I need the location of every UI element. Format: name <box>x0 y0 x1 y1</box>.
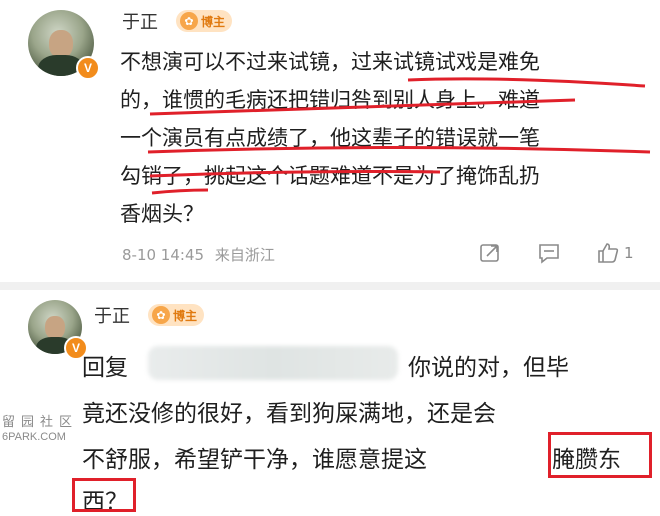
blogger-tag-label: 博主 <box>173 308 198 323</box>
blogger-tag: ✿ 博主 <box>176 10 233 32</box>
redacted-username <box>148 346 398 380</box>
comment-text-line: 不舒服，希望铲干净，谁愿意提这 <box>82 447 427 473</box>
blogger-tag: ✿ 博主 <box>148 304 205 326</box>
timestamp: 8-10 14:45 <box>122 246 205 264</box>
like-count: 1 <box>624 244 634 262</box>
comment-card-1: V 于正 ✿ 博主 不想演可以不过来试镜，过来试镜试戏是难免 的，谁惯的毛病还把… <box>0 0 660 282</box>
comment-text-line: 香烟头？ <box>120 202 204 226</box>
like-button[interactable]: 1 <box>596 240 634 266</box>
divider <box>0 282 660 290</box>
share-button[interactable] <box>478 240 502 266</box>
comment-text-line: 不想演可以不过来试镜，过来试镜试戏是难免 <box>120 50 540 74</box>
location: 来自浙江 <box>214 246 275 264</box>
share-icon <box>480 244 499 262</box>
comment-text-line: 一个演员有点成绩了，他这辈子的错误就一笔 <box>120 126 540 150</box>
comment-button[interactable] <box>537 240 561 266</box>
like-icon <box>598 243 619 263</box>
blogger-tag-label: 博主 <box>201 14 226 29</box>
blogger-tag-icon: ✿ <box>180 12 198 30</box>
comment-text-line: 的，谁惯的毛病还把错归咎到别人身上。难道 <box>120 88 540 112</box>
reply-prefix: 回复 <box>82 355 128 381</box>
verified-badge-icon: V <box>76 56 100 80</box>
red-box-annotation <box>548 432 652 478</box>
comment-text-line: 勾销了，挑起这个话题难道不是为了掩饰乱扔 <box>120 164 540 188</box>
comment-text-line: 你说的对，但毕 <box>408 355 569 381</box>
blogger-tag-icon: ✿ <box>152 306 170 324</box>
username[interactable]: 于正 <box>94 302 130 328</box>
username[interactable]: 于正 <box>122 8 158 34</box>
comment-meta: 8-10 14:45 来自浙江 <box>122 244 275 265</box>
red-box-annotation <box>72 478 136 512</box>
comment-text-line: 竟还没修的很好，看到狗屎满地，还是会 <box>82 401 496 427</box>
watermark: 留园社区 6PARK.COM <box>2 415 79 444</box>
comment-icon <box>539 244 559 264</box>
